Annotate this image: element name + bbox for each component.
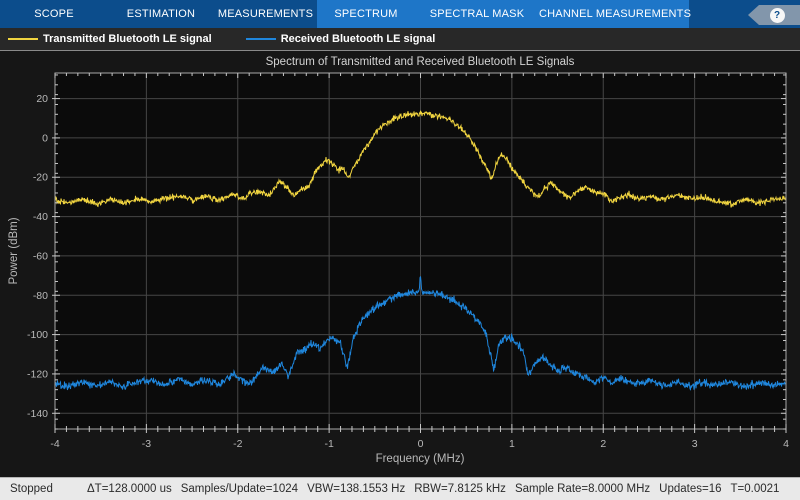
status-stat: ΔT=128.0000 us [87,483,172,495]
help-button[interactable]: ? [748,5,800,25]
svg-text:-100: -100 [27,329,48,341]
plot-region: Spectrum of Transmitted and Received Blu… [0,51,800,477]
legend-item-received[interactable]: Received Bluetooth LE signal [245,33,436,45]
received-line-swatch [245,37,276,41]
toolstrip: SCOPE ESTIMATION MEASUREMENTS SPECTRUM S… [0,0,800,28]
grid-lines [55,73,786,429]
transmitted-line-swatch [8,37,38,41]
tab-spectral-mask[interactable]: SPECTRAL MASK [415,0,539,28]
svg-text:-120: -120 [27,368,48,380]
svg-text:4: 4 [783,438,789,450]
legend-item-transmitted[interactable]: Transmitted Bluetooth LE signal [8,33,212,45]
svg-text:2: 2 [600,438,606,450]
status-stat: T=0.0021 [730,483,780,495]
plot-title: Spectrum of Transmitted and Received Blu… [266,56,575,68]
tab-spectrum[interactable]: SPECTRUM [317,0,415,28]
status-stat: Samples/Update=1024 [180,483,299,495]
svg-text:3: 3 [692,438,698,450]
svg-text:-20: -20 [33,172,48,184]
svg-text:-40: -40 [33,211,48,223]
svg-text:0: 0 [42,132,48,144]
x-axis-label: Frequency (MHz) [376,453,465,465]
svg-text:-60: -60 [33,250,48,262]
tab-estimation[interactable]: ESTIMATION [108,0,214,28]
spectrum-plot-canvas[interactable]: Spectrum of Transmitted and Received Blu… [0,51,800,477]
status-state: Stopped [10,483,53,495]
svg-text:-4: -4 [50,438,59,450]
status-stat: RBW=7.8125 kHz [414,483,506,495]
legend-label: Transmitted Bluetooth LE signal [43,33,212,45]
tab-channel-measurements[interactable]: CHANNEL MEASUREMENTS [539,0,691,28]
svg-text:-2: -2 [233,438,242,450]
svg-text:-3: -3 [142,438,151,450]
status-bar: Stopped ΔT=128.0000 us Samples/Update=102… [0,477,800,500]
svg-text:-1: -1 [324,438,333,450]
spectrum-analyzer-window: SCOPE ESTIMATION MEASUREMENTS SPECTRUM S… [0,0,800,500]
y-axis-label: Power (dBm) [8,217,20,284]
tab-scope[interactable]: SCOPE [0,0,108,28]
spectrum-tab-group: SPECTRUM SPECTRAL MASK CHANNEL MEASUREME… [317,0,691,28]
svg-text:20: 20 [36,93,48,105]
svg-text:-80: -80 [33,290,48,302]
svg-text:-140: -140 [27,408,48,420]
status-stat: VBW=138.1553 Hz [307,483,406,495]
legend: Transmitted Bluetooth LE signal Received… [0,28,800,51]
status-stats: ΔT=128.0000 us Samples/Update=1024 VBW=138… [87,483,788,495]
svg-text:1: 1 [509,438,515,450]
status-stat: Updates=16 [659,483,722,495]
svg-text:0: 0 [418,438,424,450]
tab-measurements[interactable]: MEASUREMENTS [214,0,317,28]
help-icon: ? [769,7,785,23]
legend-label: Received Bluetooth LE signal [280,33,436,45]
status-stat: Sample Rate=8.0000 MHz [514,483,651,495]
